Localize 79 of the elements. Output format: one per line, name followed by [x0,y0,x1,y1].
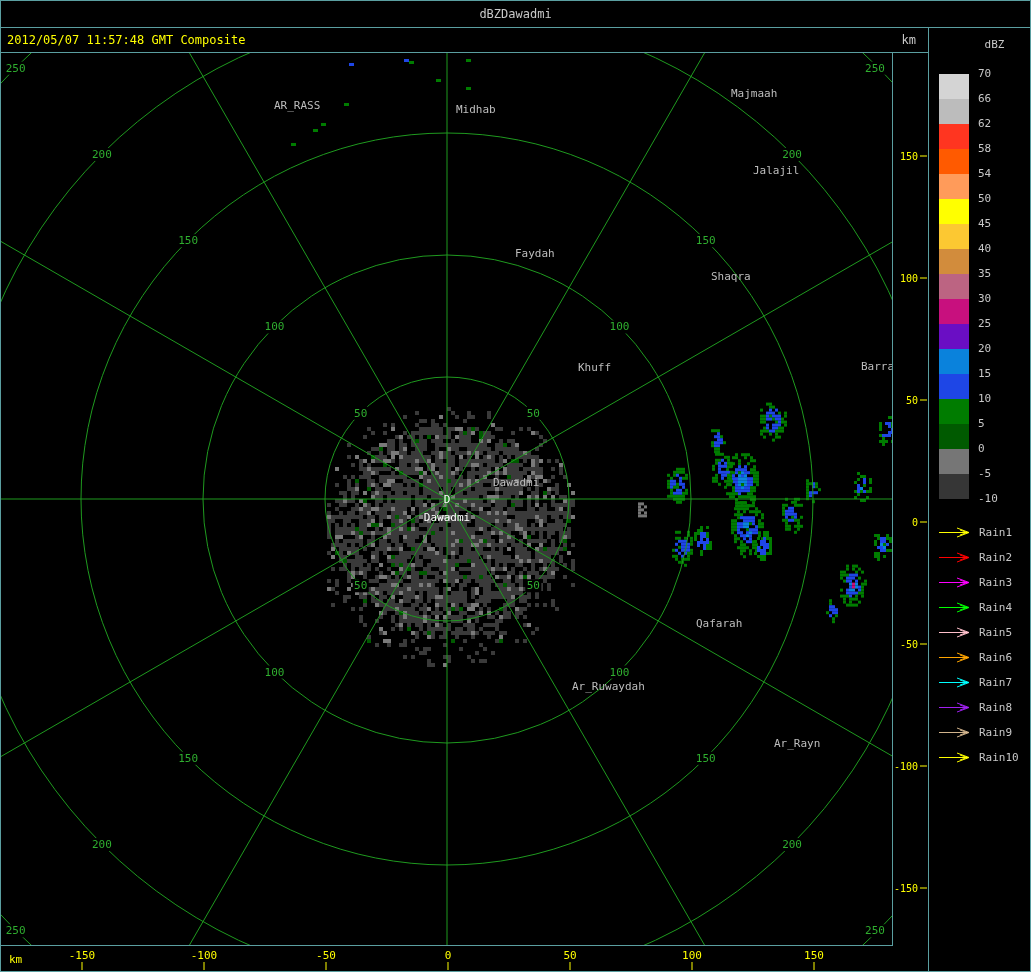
range-ring-label: 250 [5,61,26,75]
range-ring-label: 100 [264,665,285,679]
track-label: Rain8 [979,701,1013,714]
scale-label: 40 [978,243,993,257]
city-label: Faydah [515,247,555,260]
range-ring-label: 50 [526,579,540,593]
range-ring-label: 150 [178,751,199,765]
track-label: Rain5 [979,626,1013,639]
scale-label: -5 [978,468,993,482]
y-axis-label: -50 [899,639,919,650]
range-ring-label: 250 [865,61,885,75]
scale-label: 5 [978,418,986,432]
x-axis-label: -150 [68,949,96,962]
scale-label: 35 [978,268,993,282]
y-axis-label: -150 [893,883,919,894]
x-axis-label: 0 [444,949,452,962]
radar-site-marker: D [443,493,451,506]
range-ring-label: 200 [782,147,802,161]
range-ring-label: 50 [526,406,540,420]
track-label: Rain6 [979,651,1013,664]
x-axis-label: 150 [804,949,824,962]
scale-label: 30 [978,293,993,307]
radar-site-label: Dawadmi [423,511,471,524]
track-label: Rain2 [979,551,1013,564]
scale-label: 0 [978,443,986,457]
range-ring-label: 150 [178,234,199,248]
scale-label: 70 [978,68,993,82]
city-label: Qafarah [696,617,743,630]
range-ring-label: 100 [609,320,630,334]
track-label: Rain7 [979,676,1013,689]
x-axis-label: 100 [682,949,702,962]
track-label: Rain3 [979,576,1013,589]
window-title: dBZDawadmi [479,7,552,21]
track-label: Rain10 [979,751,1019,764]
scale-label: 54 [978,168,993,182]
scale-label: 10 [978,393,993,407]
y-axis-label: 150 [899,151,919,162]
scale-label: 62 [978,118,993,132]
scale-label: 50 [978,193,993,207]
x-axis-label: -100 [190,949,218,962]
city-label: Midhab [456,103,496,116]
scale-label: 25 [978,318,993,332]
y-axis-unit: km [901,33,916,47]
range-ring-label: 150 [695,751,716,765]
scale-label: -10 [978,493,998,507]
range-ring-label: 200 [782,838,802,852]
range-ring-label: 200 [92,147,112,161]
city-label: AR_RASS [274,99,321,112]
city-label: Majmaah [731,87,778,100]
legend-title: dBZ [984,38,1005,51]
y-axis-label: 100 [899,273,919,284]
timestamp-text: 2012/05/07 11:57:48 GMT Composite [7,33,246,47]
scale-label: 58 [978,143,993,157]
range-ring-label: 50 [354,579,368,593]
range-ring-label: 150 [695,234,716,248]
x-axis-label: 50 [563,949,577,962]
scale-label: 20 [978,343,993,357]
range-ring-label: 200 [92,838,112,852]
x-axis-label: -50 [316,949,336,962]
x-axis-unit: km [9,953,23,966]
y-axis-label: -100 [893,761,919,772]
city-label: Ar_Ruwaydah [572,680,645,693]
scale-label: 66 [978,93,993,107]
city-label: Khuff [578,361,612,374]
y-axis-label: 0 [912,517,919,528]
scale-label: 15 [978,368,993,382]
range-ring-label: 50 [354,406,368,420]
range-ring-label: 250 [5,924,26,938]
range-ring-label: 250 [865,924,885,938]
track-label: Rain1 [979,526,1013,539]
city-label: Shaqra [711,270,751,283]
track-label: Rain4 [979,601,1013,614]
y-axis-label: 50 [906,395,919,406]
city-label: Ar_Rayn [774,737,821,750]
range-ring-label: 100 [264,320,285,334]
scale-label: 45 [978,218,993,232]
track-label: Rain9 [979,726,1013,739]
range-ring-label: 100 [609,665,630,679]
city-label: Jalajil [753,164,800,177]
